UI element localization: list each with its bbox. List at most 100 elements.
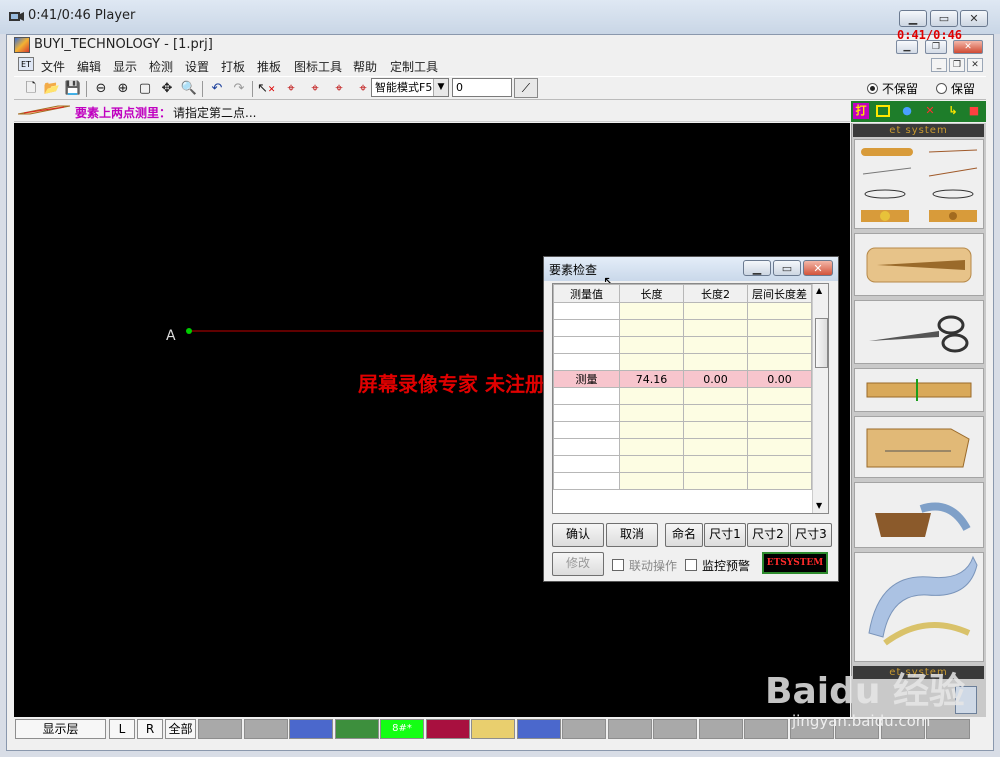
show-layer-button[interactable]: 显示层 (15, 719, 106, 739)
layer-swatch[interactable] (926, 719, 970, 739)
point-tool-icon[interactable]: ⌖ (282, 80, 300, 97)
app-minimize-button[interactable]: ▁ (896, 40, 918, 54)
menu-icon-tools[interactable]: 图标工具 (294, 58, 342, 75)
palette-header: et system (853, 124, 984, 137)
menu-custom-tools[interactable]: 定制工具 (390, 58, 438, 75)
layer-swatch[interactable] (198, 719, 242, 739)
zoom-in-icon[interactable]: ⊕ (114, 80, 132, 97)
point-tool-2-icon[interactable]: ⌖ (306, 80, 324, 97)
size3-button[interactable]: 尺寸3 (790, 523, 832, 547)
zoom-out-icon[interactable]: ⊖ (92, 80, 110, 97)
baidu-watermark: Baidu 经验 (765, 671, 966, 712)
layer-swatch[interactable] (744, 719, 788, 739)
cancel-button[interactable]: 取消 (606, 523, 658, 547)
pattern-tool-icon[interactable] (854, 233, 984, 296)
curve-ruler-icon[interactable] (854, 552, 984, 662)
point-tool-3-icon[interactable]: ⌖ (330, 80, 348, 97)
grid-scrollbar[interactable]: ▲ ▼ (812, 284, 828, 513)
pattern-piece-icon[interactable] (854, 416, 984, 478)
fabric-basket-icon[interactable] (854, 482, 984, 548)
scissors-icon[interactable] (854, 300, 984, 364)
link-operation-checkbox[interactable]: 联动操作 (612, 557, 677, 574)
layer-l-button[interactable]: L (109, 719, 135, 739)
menu-edit[interactable]: 编辑 (77, 58, 101, 75)
column-header[interactable]: 长度2 (683, 284, 748, 303)
size1-button[interactable]: 尺寸1 (704, 523, 746, 547)
scroll-thumb[interactable] (815, 318, 828, 368)
dialog-minimize-button[interactable]: ▁ (743, 260, 771, 276)
arrow-tool-icon[interactable]: ↳ (945, 103, 961, 119)
column-header[interactable]: 层间长度差 (747, 284, 812, 303)
layer-swatch[interactable] (425, 719, 470, 739)
open-folder-icon[interactable]: 📂 (43, 80, 61, 97)
select-delete-icon[interactable]: ↖✕ (257, 80, 275, 97)
mdi-restore-button[interactable]: ❐ (949, 58, 965, 72)
layer-swatch[interactable] (334, 719, 379, 739)
size2-button[interactable]: 尺寸2 (747, 523, 789, 547)
angle-tool-button[interactable]: ⟋ (514, 78, 538, 98)
dialog-maximize-button[interactable]: ▭ (773, 260, 801, 276)
menu-file[interactable]: 文件 (41, 58, 65, 75)
app-icon (14, 37, 30, 53)
layer-swatch[interactable] (243, 719, 288, 739)
scroll-down-icon[interactable]: ▼ (816, 501, 822, 510)
player-logo-icon (8, 9, 24, 23)
dialog-close-button[interactable]: ✕ (803, 260, 833, 276)
zoom-area-icon[interactable]: 🔍 (180, 80, 198, 97)
point-a-marker[interactable] (186, 328, 192, 334)
modify-button[interactable]: 修改 (552, 552, 604, 576)
number-input[interactable]: 0 (452, 78, 512, 97)
menu-bar: ET 文件 编辑 显示 检测 设置 打板 推板 图标工具 帮助 定制工具 (14, 55, 986, 75)
monitor-warning-checkbox[interactable]: 监控预警 (685, 557, 750, 574)
cross-tool-icon[interactable]: ✕ (922, 103, 938, 119)
layer-swatch[interactable] (653, 719, 697, 739)
menu-settings[interactable]: 设置 (185, 58, 209, 75)
player-minimize-button[interactable]: ▁ (899, 10, 927, 27)
app-close-button[interactable]: ✕ (953, 40, 983, 54)
menu-help[interactable]: 帮助 (353, 58, 377, 75)
player-close-button[interactable]: ✕ (960, 10, 988, 27)
redo-icon[interactable]: ↷ (230, 80, 248, 97)
layer-swatch[interactable] (289, 719, 333, 739)
dot-tool-icon[interactable]: ● (899, 103, 915, 119)
undo-icon[interactable]: ↶ (208, 80, 226, 97)
layer-all-button[interactable]: 全部 (165, 719, 196, 739)
rectangle-tool-icon[interactable] (876, 105, 890, 117)
stop-tool-icon[interactable]: ■ (966, 103, 982, 119)
menu-check[interactable]: 检测 (149, 58, 173, 75)
layer-r-button[interactable]: R (137, 719, 163, 739)
dialog-title: 要素检查 (549, 263, 598, 277)
column-header[interactable]: 长度 (619, 284, 684, 303)
chevron-down-icon[interactable]: ▼ (433, 79, 448, 96)
radio-no-keep[interactable]: 不保留 (867, 80, 918, 97)
app-title: BUYI_TECHNOLOGY - [1.prj] (34, 37, 213, 52)
mdi-minimize-button[interactable]: _ (931, 58, 947, 72)
column-header[interactable]: 测量值 (553, 284, 620, 303)
menu-grading[interactable]: 推板 (257, 58, 281, 75)
player-maximize-button[interactable]: ▭ (930, 10, 958, 27)
row-diff: 0.00 (747, 370, 812, 388)
new-file-icon[interactable]: 🗋 (22, 80, 40, 97)
pattern-mode-button[interactable]: 打 (853, 103, 869, 119)
app-restore-button[interactable]: ❐ (925, 40, 947, 54)
layer-swatch-active[interactable]: 8#* (380, 719, 424, 739)
layer-swatch[interactable] (698, 719, 743, 739)
menu-pattern[interactable]: 打板 (221, 58, 245, 75)
scroll-up-icon[interactable]: ▲ (816, 286, 822, 295)
save-icon[interactable]: 💾 (64, 80, 82, 97)
fit-window-icon[interactable]: ▢ (136, 80, 154, 97)
confirm-button[interactable]: 确认 (552, 523, 604, 547)
mdi-close-button[interactable]: ✕ (967, 58, 983, 72)
table-row-selected[interactable]: 测量 74.16 0.00 0.00 (553, 370, 812, 388)
layer-swatch[interactable] (471, 719, 515, 739)
player-title: 0:41/0:46 Player (28, 8, 136, 23)
notch-tool-icon[interactable] (854, 368, 984, 412)
rename-button[interactable]: 命名 (665, 523, 703, 547)
radio-keep[interactable]: 保留 (936, 80, 975, 97)
layer-swatch[interactable] (562, 719, 606, 739)
layer-swatch[interactable] (516, 719, 561, 739)
menu-display[interactable]: 显示 (113, 58, 137, 75)
layer-swatch[interactable] (607, 719, 652, 739)
point-tool-4-icon[interactable]: ⌖ (354, 80, 372, 97)
pan-icon[interactable]: ✥ (158, 80, 176, 97)
